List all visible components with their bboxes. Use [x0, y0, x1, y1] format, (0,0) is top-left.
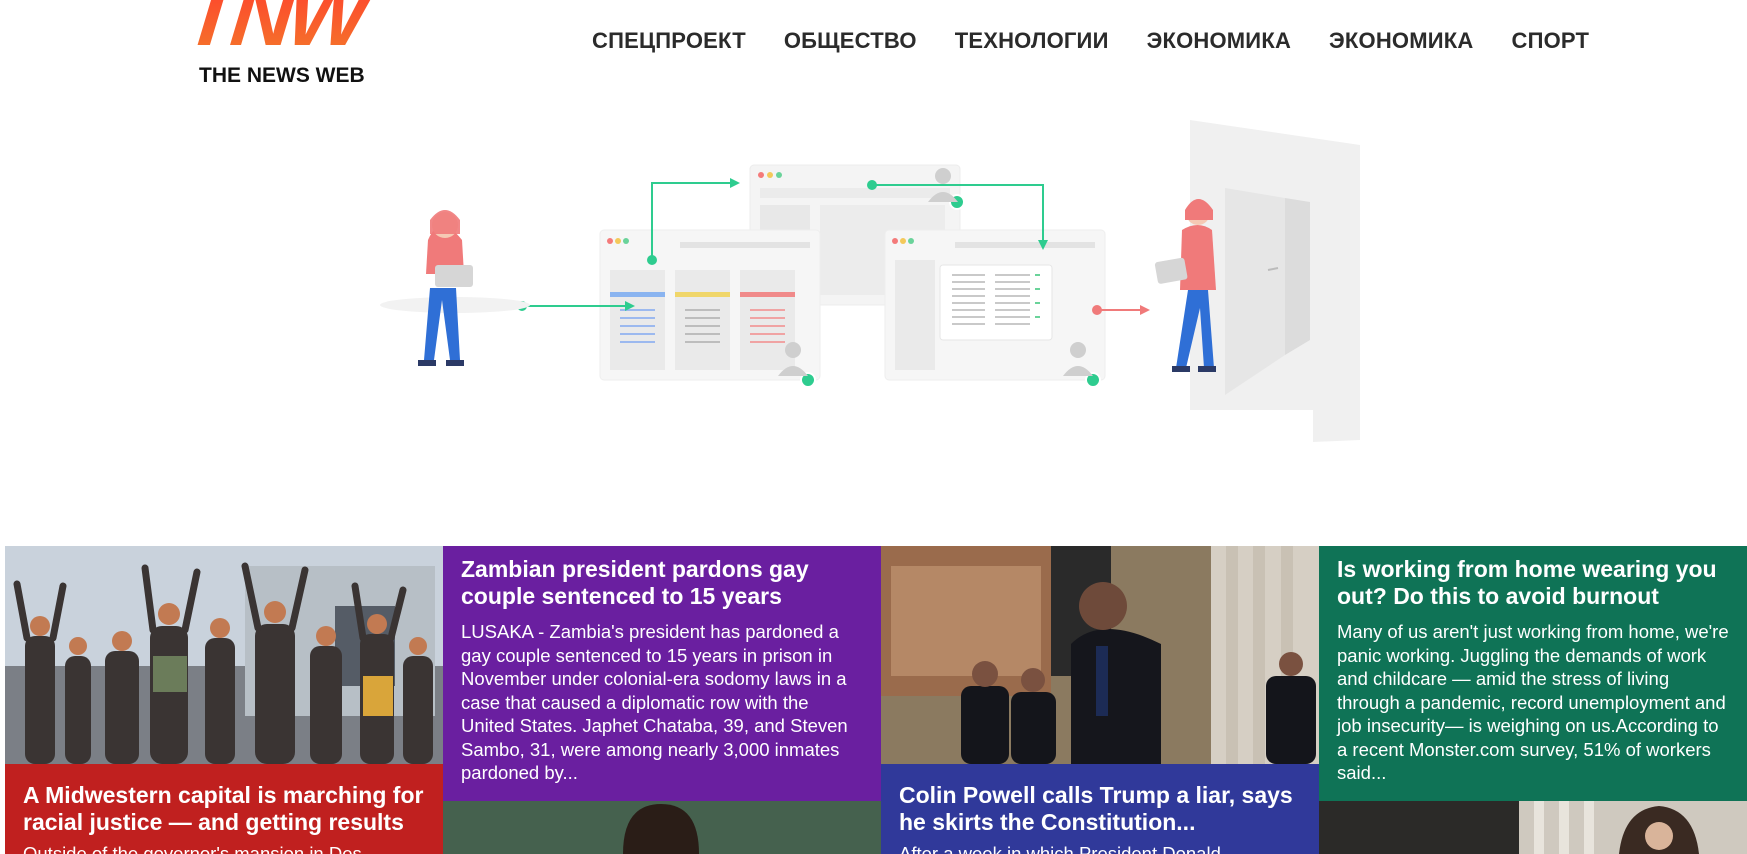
news-card-3[interactable]: Colin Powell calls Trump a liar, says he…	[881, 764, 1319, 854]
news-card-4-excerpt: Many of us aren't just working from home…	[1337, 621, 1729, 783]
news-card-1[interactable]: A Midwestern capital is marching for rac…	[5, 764, 443, 854]
news-card-1-title[interactable]: A Midwestern capital is marching for rac…	[23, 782, 425, 836]
news-card-2-excerpt: LUSAKA - Zambia's president has pardoned…	[461, 621, 848, 783]
logo-mark: TNW	[180, 0, 380, 64]
site-logo[interactable]: TNW THE NEWS WEB	[180, 0, 375, 95]
logo-subtitle: THE NEWS WEB	[199, 64, 365, 87]
hero-illustration	[380, 110, 1380, 470]
nav-item-technology[interactable]: ТЕХНОЛОГИИ	[955, 28, 1109, 54]
news-grid: A Midwestern capital is marching for rac…	[5, 546, 1747, 854]
news-card-2-image[interactable]	[443, 801, 881, 854]
home-office-photo	[1319, 801, 1747, 854]
news-card-4-image[interactable]	[1319, 801, 1747, 854]
news-card-3-title[interactable]: Colin Powell calls Trump a liar, says he…	[899, 782, 1301, 836]
main-nav: СПЕЦПРОЕКТ ОБЩЕСТВО ТЕХНОЛОГИИ ЭКОНОМИКА…	[592, 28, 1627, 54]
protest-crowd-photo	[5, 546, 443, 764]
nav-item-economy[interactable]: ЭКОНОМИКА	[1147, 28, 1291, 54]
person-with-laptop	[380, 210, 530, 366]
nav-item-economy-2[interactable]: ЭКОНОМИКА	[1329, 28, 1473, 54]
door-graphic	[1190, 120, 1360, 442]
news-card-2[interactable]: Zambian president pardons gay couple sen…	[443, 546, 881, 801]
nav-item-society[interactable]: ОБЩЕСТВО	[784, 28, 917, 54]
news-card-3-excerpt: After a week in which President Donald	[899, 843, 1221, 854]
site-header: TNW THE NEWS WEB СПЕЦПРОЕКТ ОБЩЕСТВО ТЕХ…	[0, 0, 1747, 110]
capitol-rotunda-photo	[881, 546, 1319, 764]
nav-item-specproject[interactable]: СПЕЦПРОЕКТ	[592, 28, 746, 54]
news-card-1-image[interactable]	[5, 546, 443, 764]
news-card-4[interactable]: Is working from home wearing you out? Do…	[1319, 546, 1747, 801]
nav-item-sport[interactable]: СПОРТ	[1512, 28, 1590, 54]
news-card-1-excerpt: Outside of the governor's mansion in Des	[23, 843, 362, 854]
news-card-2-title[interactable]: Zambian president pardons gay couple sen…	[461, 556, 863, 610]
workflow-illustration	[380, 120, 1360, 442]
news-card-3-image[interactable]	[881, 546, 1319, 764]
news-card-4-title[interactable]: Is working from home wearing you out? Do…	[1337, 556, 1729, 610]
window-right	[884, 229, 1106, 381]
president-portrait-photo	[443, 801, 881, 854]
